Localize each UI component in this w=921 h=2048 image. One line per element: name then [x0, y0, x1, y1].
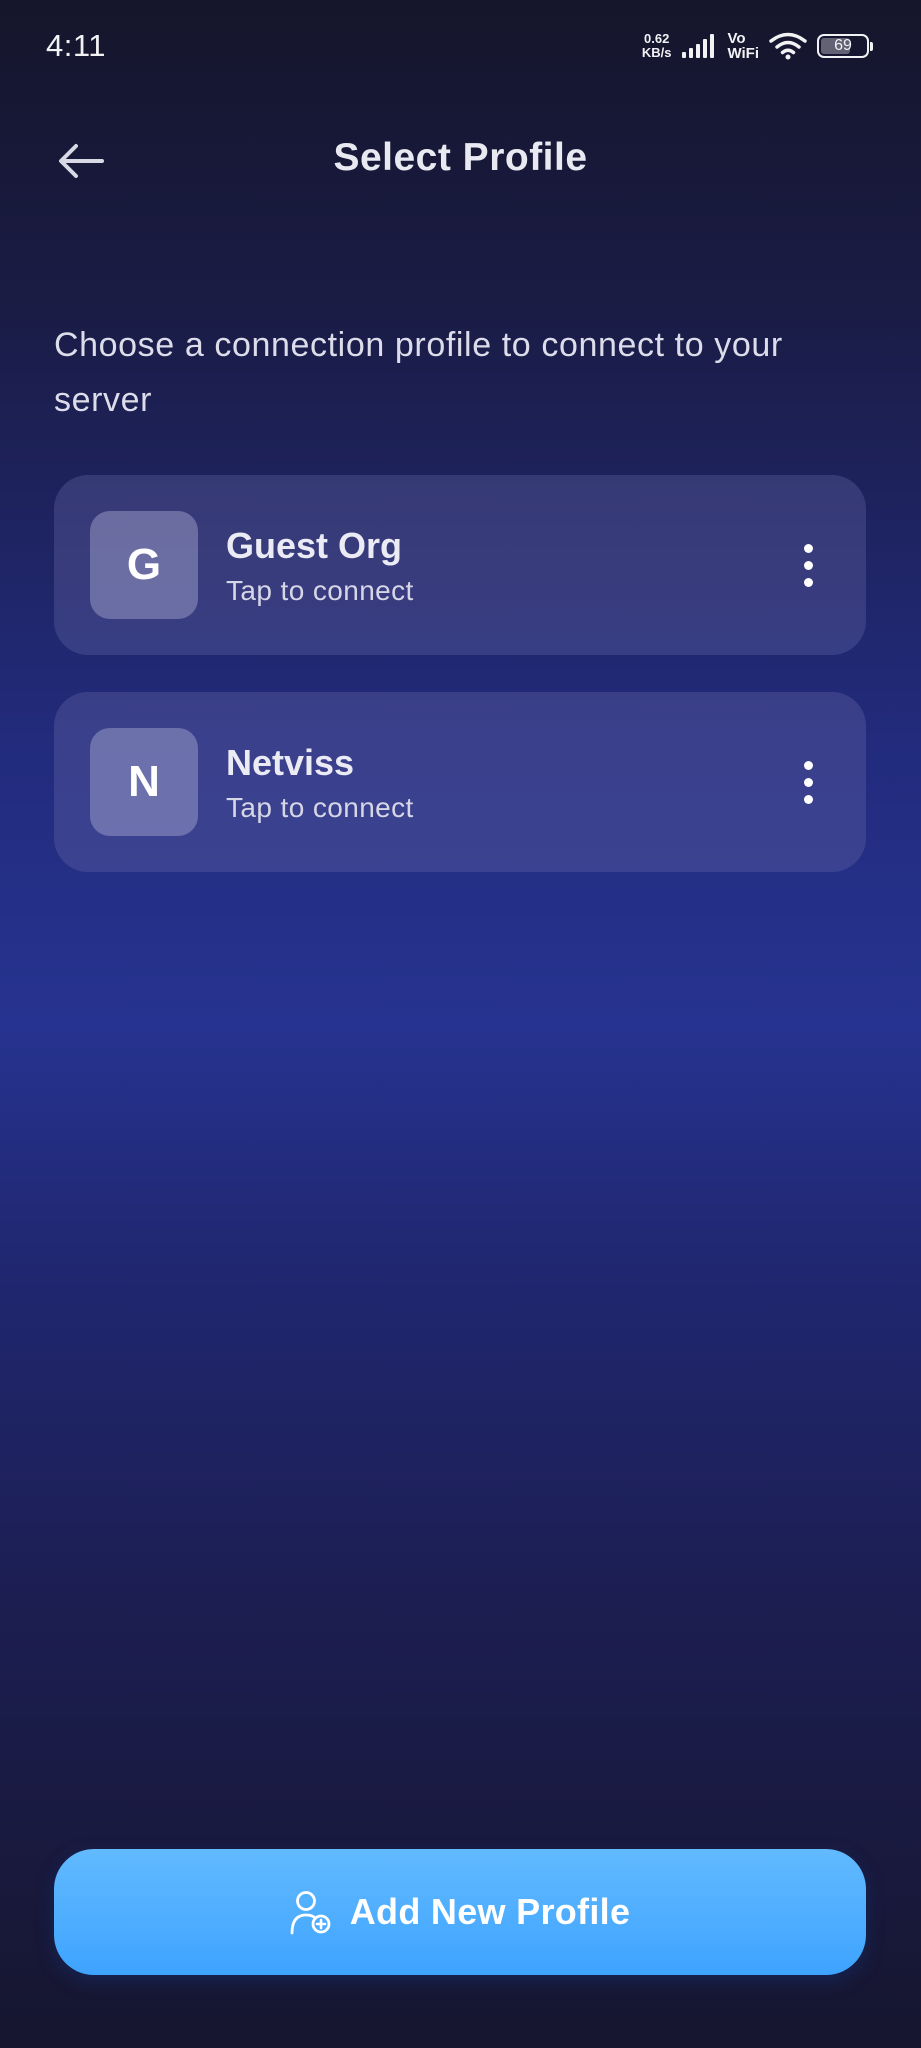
more-vertical-icon-dot: [803, 560, 813, 570]
network-speed: 0.62 KB/s: [642, 32, 672, 60]
status-time: 4:11: [46, 28, 107, 63]
more-vertical-icon-dot: [803, 777, 813, 787]
more-vertical-icon-dot: [803, 577, 813, 587]
profile-subtitle: Tap to connect: [226, 792, 414, 823]
add-user-icon: [290, 1891, 331, 1935]
battery-level: 69: [834, 37, 852, 54]
description-text: Choose a connection profile to connect t…: [54, 326, 783, 419]
network-speed-unit: KB/s: [641, 45, 672, 60]
wifi-icon: [769, 32, 807, 60]
vowifi-indicator: Vo WiFi: [727, 31, 759, 61]
vowifi-label: WiFi: [727, 45, 759, 62]
vowifi-vo: Vo: [727, 30, 746, 47]
profile-subtitle: Tap to connect: [226, 575, 414, 606]
profile-card-netviss[interactable]: N Netviss Tap to connect: [54, 692, 866, 872]
more-options-button[interactable]: [788, 535, 828, 595]
more-vertical-icon: [803, 760, 813, 770]
status-bar: 4:11 0.62 KB/s Vo WiFi 69: [0, 0, 921, 92]
profile-name: Netviss: [226, 742, 355, 783]
more-vertical-icon-dot: [803, 794, 813, 804]
add-new-profile-button[interactable]: Add New Profile: [54, 1849, 866, 1975]
profile-list: G Guest Org Tap to connect N Netviss Tap…: [54, 475, 866, 909]
header: Select Profile: [0, 120, 921, 200]
network-speed-value: 0.62: [644, 31, 670, 46]
battery-icon: 69: [817, 34, 873, 58]
avatar: G: [90, 511, 198, 619]
profile-card-guest-org[interactable]: G Guest Org Tap to connect: [54, 475, 866, 655]
add-new-profile-label: Add New Profile: [349, 1891, 631, 1932]
page-title: Select Profile: [333, 136, 588, 179]
more-vertical-icon: [803, 543, 813, 553]
avatar: N: [90, 728, 198, 836]
more-options-button[interactable]: [788, 752, 828, 812]
profile-name: Guest Org: [226, 525, 403, 566]
signal-icon: [682, 34, 715, 58]
status-icons: 0.62 KB/s Vo WiFi 69: [642, 28, 873, 64]
